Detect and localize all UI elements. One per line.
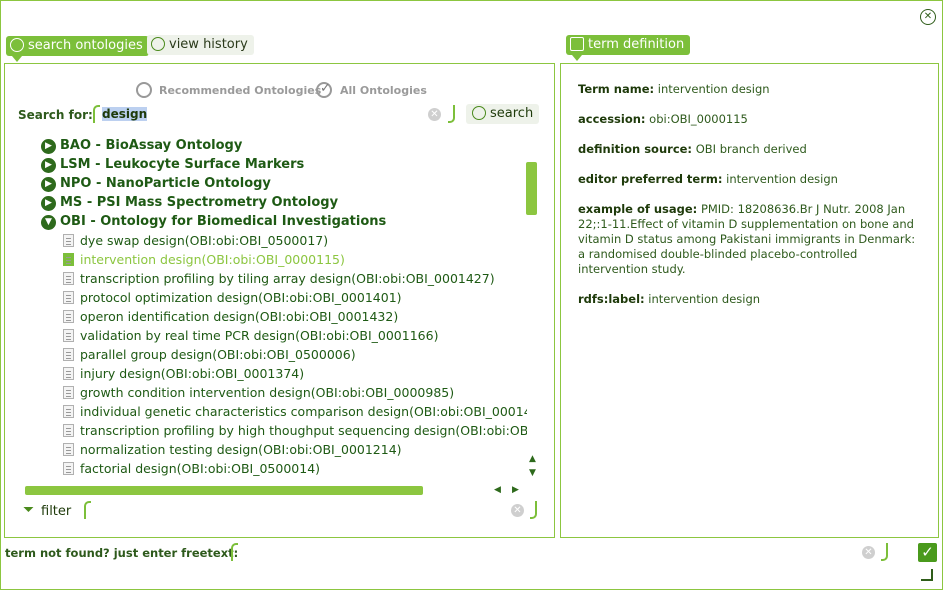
term-item[interactable]: parallel group design(OBI:obi:OBI_050000… xyxy=(29,345,527,364)
term-item[interactable]: individual genetic characteristics compa… xyxy=(29,402,527,421)
tab-pointer xyxy=(572,55,582,61)
search-icon xyxy=(472,106,486,120)
expand-icon[interactable]: ▶ xyxy=(41,196,56,211)
collapse-icon[interactable]: ▼ xyxy=(41,215,56,230)
term-item[interactable]: transcription profiling by tiling array … xyxy=(29,269,527,288)
input-bracket-right xyxy=(448,105,455,123)
document-icon xyxy=(63,329,74,342)
document-icon xyxy=(63,253,74,266)
def-rdfs-label: rdfs:label: intervention design xyxy=(578,292,761,306)
clear-freetext-icon[interactable]: ✕ xyxy=(862,546,875,559)
term-item[interactable]: transcription profiling by high thoughpu… xyxy=(29,421,527,440)
ontology-item[interactable]: ▶ BAO - BioAssay Ontology xyxy=(29,136,527,155)
def-editor: editor preferred term: intervention desi… xyxy=(578,172,838,186)
tab-label: view history xyxy=(169,37,248,52)
term-item[interactable]: factorial design(OBI:obi:OBI_0500014) xyxy=(29,459,527,478)
tab-pointer xyxy=(12,56,22,62)
term-item[interactable]: growth condition intervention design(OBI… xyxy=(29,383,527,402)
vertical-scrollbar[interactable] xyxy=(526,162,537,215)
def-accession: accession: obi:OBI_0000115 xyxy=(578,112,748,126)
term-item[interactable]: injury design(OBI:obi:OBI_0001374) xyxy=(29,364,527,383)
radio-all[interactable] xyxy=(316,81,332,98)
filter-label: filter xyxy=(41,504,72,519)
freetext-input[interactable] xyxy=(231,543,238,561)
search-button-label: search xyxy=(490,106,534,121)
radio-all-label: All Ontologies xyxy=(340,84,427,97)
document-icon xyxy=(63,405,74,418)
freetext-bracket-right xyxy=(881,543,888,561)
def-term-name: Term name: intervention design xyxy=(578,82,770,96)
search-label: Search for: xyxy=(18,108,93,122)
radio-recommended[interactable] xyxy=(136,82,152,98)
tab-view-history[interactable]: view history xyxy=(147,35,254,55)
term-item[interactable]: dye swap design(OBI:obi:OBI_0500017) xyxy=(29,231,527,250)
input-bracket-left xyxy=(93,105,100,123)
search-icon xyxy=(10,38,24,52)
term-item[interactable]: operon identification design(OBI:obi:OBI… xyxy=(29,307,527,326)
document-icon xyxy=(63,291,74,304)
document-icon xyxy=(63,272,74,285)
expand-icon[interactable]: ▶ xyxy=(41,177,56,192)
expand-icon[interactable]: ▶ xyxy=(41,158,56,173)
scroll-right-icon[interactable]: ▶ xyxy=(512,485,519,495)
clear-search-icon[interactable]: ✕ xyxy=(428,108,441,121)
term-item[interactable]: validation by real time PCR design(OBI:o… xyxy=(29,326,527,345)
tab-term-definition[interactable]: term definition xyxy=(566,35,691,55)
confirm-check-icon[interactable]: ✓ xyxy=(918,543,937,562)
ontology-tree: ▶ BAO - BioAssay Ontology ▶ LSM - Leukocyt… xyxy=(29,136,527,484)
document-icon xyxy=(63,310,74,323)
clock-icon xyxy=(151,37,165,51)
document-icon xyxy=(63,424,74,437)
term-item-selected[interactable]: intervention design(OBI:obi:OBI_0000115) xyxy=(29,250,527,269)
filter-input[interactable] xyxy=(84,501,91,519)
document-icon xyxy=(63,367,74,380)
document-icon xyxy=(63,348,74,361)
search-input[interactable]: design xyxy=(102,107,148,121)
ontology-item[interactable]: ▶ MS - PSI Mass Spectrometry Ontology xyxy=(29,193,527,212)
document-icon xyxy=(63,462,74,475)
clear-filter-icon[interactable]: ✕ xyxy=(511,504,524,517)
ontology-item[interactable]: ▶ LSM - Leukocyte Surface Markers xyxy=(29,155,527,174)
ontology-item[interactable]: ▶ NPO - NanoParticle Ontology xyxy=(29,174,527,193)
list-icon xyxy=(570,37,584,51)
expand-icon[interactable]: ▶ xyxy=(41,139,56,154)
ontology-lookup-dialog: ✕ search ontologies view history term de… xyxy=(0,0,943,590)
scroll-down-icon[interactable]: ▼ xyxy=(529,468,536,478)
ontology-item[interactable]: ▼ OBI - Ontology for Biomedical Investiga… xyxy=(29,212,527,231)
search-button[interactable]: search xyxy=(466,104,540,124)
filter-icon: ⏷ xyxy=(23,502,35,518)
def-source: definition source: OBI branch derived xyxy=(578,142,807,156)
horizontal-scrollbar[interactable] xyxy=(25,486,423,495)
scroll-left-icon[interactable]: ◀ xyxy=(494,485,501,495)
document-icon xyxy=(63,234,74,247)
def-usage: example of usage: PMID: 18208636.Br J Nu… xyxy=(578,202,916,276)
close-icon[interactable]: ✕ xyxy=(920,9,936,25)
scroll-up-icon[interactable]: ▲ xyxy=(529,454,536,464)
term-item[interactable]: normalization testing design(OBI:obi:OBI… xyxy=(29,440,527,459)
term-item[interactable]: protocol optimization design(OBI:obi:OBI… xyxy=(29,288,527,307)
document-icon xyxy=(63,443,74,456)
resize-handle-icon[interactable] xyxy=(921,569,933,581)
tab-label: search ontologies xyxy=(28,38,143,53)
document-icon xyxy=(63,386,74,399)
freetext-label: term not found? just enter freetext: xyxy=(5,546,239,560)
tab-search-ontologies[interactable]: search ontologies xyxy=(6,36,149,56)
tab-label: term definition xyxy=(588,37,685,52)
filter-bracket-right xyxy=(530,501,537,519)
radio-recommended-label: Recommended Ontologies xyxy=(159,84,322,97)
